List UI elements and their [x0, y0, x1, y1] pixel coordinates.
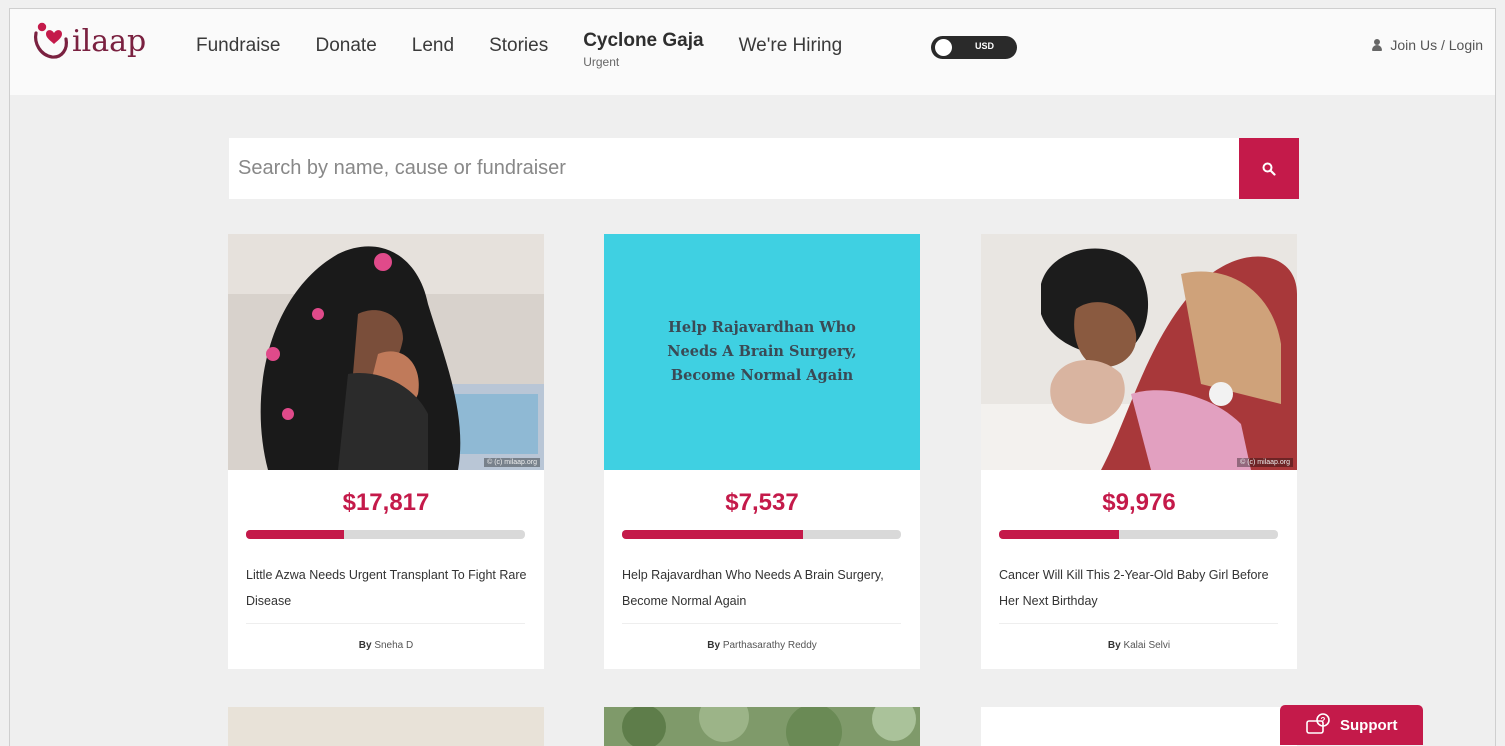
top-navbar: ilaap Fundraise Donate Lend Stories Cycl…	[10, 9, 1495, 95]
nav-cyclone-gaja[interactable]: Cyclone Gaja Urgent	[583, 30, 703, 69]
nav-lend[interactable]: Lend	[412, 35, 454, 69]
organizer-name: Parthasarathy Reddy	[722, 640, 817, 651]
fundraiser-card[interactable]: © (c) milaap.org $17,817 Little Azwa Nee…	[228, 234, 544, 669]
fundraiser-image: Help Rajavardhan Who Needs A Brain Surge…	[604, 234, 920, 470]
fundraiser-by: By Kalai Selvi	[981, 640, 1297, 651]
progress-bar	[246, 530, 525, 539]
progress-bar	[999, 530, 1278, 539]
svg-text:?: ?	[1321, 716, 1326, 725]
progress-fill	[999, 530, 1119, 539]
divider	[246, 623, 525, 624]
divider	[999, 623, 1278, 624]
nav-cyclone-gaja-title: Cyclone Gaja	[583, 30, 704, 51]
fundraiser-card[interactable]	[228, 707, 544, 746]
search-input[interactable]	[229, 138, 1238, 199]
toggle-knob	[935, 39, 952, 56]
organizer-name: Sneha D	[374, 640, 414, 651]
by-label: By	[707, 640, 721, 651]
fundraiser-card[interactable]: © (c) milaap.org $9,976 Cancer Will Kill…	[981, 234, 1297, 669]
progress-fill	[246, 530, 344, 539]
fundraiser-title[interactable]: Cancer Will Kill This 2-Year-Old Baby Gi…	[999, 562, 1284, 614]
by-label: By	[358, 640, 372, 651]
organizer-name: Kalai Selvi	[1123, 640, 1171, 651]
progress-bar	[622, 530, 901, 539]
nav-stories[interactable]: Stories	[489, 35, 548, 69]
search-button[interactable]	[1239, 138, 1299, 199]
search-icon	[1262, 162, 1276, 176]
fundraiser-by: By Sneha D	[228, 640, 544, 651]
image-watermark: © (c) milaap.org	[484, 458, 540, 467]
user-icon	[1372, 39, 1383, 51]
raised-amount: $17,817	[342, 489, 430, 516]
progress-fill	[622, 530, 804, 539]
logo-text: ilaap	[72, 24, 147, 59]
nav-hiring[interactable]: We're Hiring	[739, 35, 843, 69]
currency-label: USD	[975, 41, 995, 51]
raised-amount: $7,537	[725, 489, 799, 516]
search-bar	[229, 138, 1299, 199]
login-label: Join Us / Login	[1390, 37, 1483, 53]
fundraiser-card[interactable]	[604, 692, 920, 746]
page-frame: ilaap Fundraise Donate Lend Stories Cycl…	[9, 8, 1496, 746]
logo-mark-icon	[32, 21, 70, 59]
support-button[interactable]: ? Support	[1280, 705, 1423, 745]
fundraiser-image	[604, 692, 920, 746]
image-watermark: © (c) milaap.org	[1237, 458, 1293, 467]
fundraiser-by: By Parthasarathy Reddy	[604, 640, 920, 651]
image-caption: Help Rajavardhan Who Needs A Brain Surge…	[667, 319, 857, 384]
milaap-logo[interactable]: ilaap	[32, 21, 146, 59]
main-nav: Fundraise Donate Lend Stories Cyclone Ga…	[196, 30, 877, 69]
login-link[interactable]: Join Us / Login	[1372, 37, 1483, 53]
fundraiser-image: © (c) milaap.org	[228, 234, 544, 470]
support-label: Support	[1340, 716, 1398, 734]
fundraiser-title[interactable]: Little Azwa Needs Urgent Transplant To F…	[246, 562, 531, 614]
nav-fundraise[interactable]: Fundraise	[196, 35, 281, 69]
fundraiser-card[interactable]: Help Rajavardhan Who Needs A Brain Surge…	[604, 234, 920, 669]
divider	[622, 623, 901, 624]
fundraiser-title[interactable]: Help Rajavardhan Who Needs A Brain Surge…	[622, 562, 907, 614]
raised-amount: $9,976	[1102, 489, 1176, 516]
by-label: By	[1107, 640, 1121, 651]
fundraiser-card[interactable]	[981, 707, 1297, 746]
nav-cyclone-gaja-sub: Urgent	[583, 55, 620, 69]
currency-toggle[interactable]: USD	[931, 36, 1017, 59]
fundraiser-image: © (c) milaap.org	[981, 234, 1297, 470]
nav-donate[interactable]: Donate	[316, 35, 377, 69]
fundraiser-image	[228, 707, 544, 746]
support-chat-icon: ?	[1306, 713, 1330, 734]
